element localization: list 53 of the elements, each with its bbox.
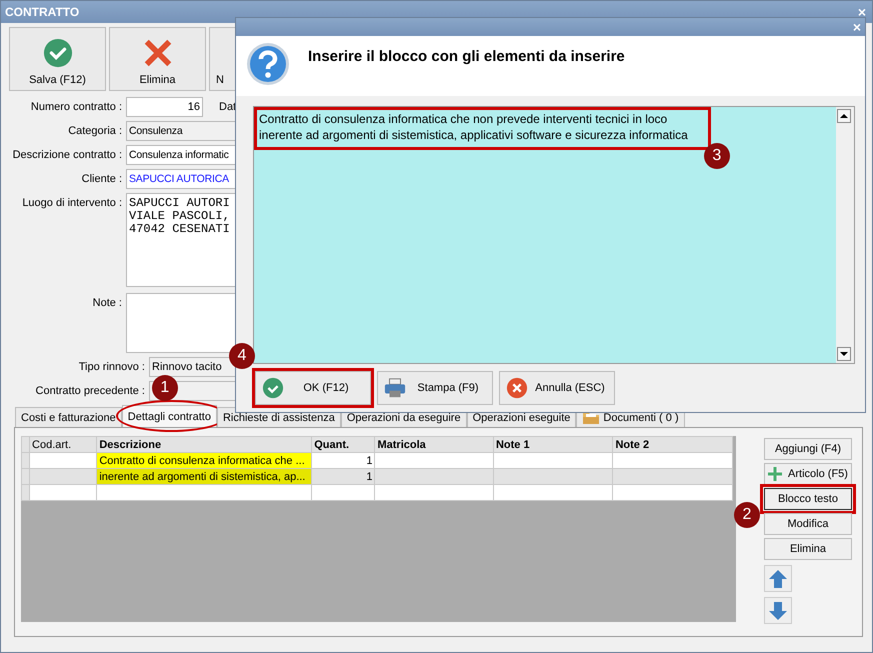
toolbar-button[interactable]: Salva (F12) xyxy=(9,27,106,91)
move-down-button[interactable] xyxy=(764,597,792,624)
side-button[interactable]: Modifica xyxy=(764,513,852,535)
toolbar-button[interactable]: Elimina xyxy=(109,27,206,91)
column-header: Note 2 xyxy=(612,436,732,452)
cross-icon xyxy=(142,38,172,68)
question-icon xyxy=(246,42,290,86)
address-line: 47042 CESENATI xyxy=(129,223,231,236)
table-cell: Contratto di consulenza informatica che ... xyxy=(96,452,312,468)
field-label: Descrizione contratto : xyxy=(12,148,122,161)
text-area[interactable]: Contratto di consulenza informatica che non prevede interventi tecnici in loco inerente ad argomenti di sistemistica, applicativi software e sicurezza informatica 3 xyxy=(253,106,855,364)
address-line: SAPUCCI AUTORI xyxy=(129,197,231,210)
field-label: Contratto precedente : xyxy=(34,384,145,397)
check-icon xyxy=(262,377,284,399)
dialog-button[interactable]: OK (F12) xyxy=(255,371,371,405)
side-button[interactable]: Elimina xyxy=(764,538,852,560)
plus-icon xyxy=(768,467,782,481)
column-header: Matricola xyxy=(374,436,494,452)
tab[interactable]: Dettagli contratto xyxy=(122,405,217,427)
side-button[interactable]: Articolo (F5) xyxy=(764,463,852,485)
step-badge: 2 xyxy=(734,502,760,528)
table-cell: 1 xyxy=(312,468,375,484)
field-label: Note : xyxy=(92,296,122,309)
column-header: Cod.art. xyxy=(30,436,97,452)
cancel-icon xyxy=(506,377,528,399)
scrollbar[interactable] xyxy=(836,107,854,363)
column-header: Quant. xyxy=(312,436,375,452)
address-line: VIALE PASCOLI, xyxy=(129,210,231,223)
dialog-button[interactable]: Stampa (F9) xyxy=(377,371,493,405)
column-header: Descrizione xyxy=(96,436,312,452)
field-label: Numero contratto : xyxy=(30,100,122,113)
printer-icon xyxy=(384,377,406,399)
down-arrow-icon xyxy=(768,601,788,621)
scroll-down-icon[interactable] xyxy=(837,347,851,361)
dialog-button[interactable]: Annulla (ESC) xyxy=(499,371,615,405)
move-up-button[interactable] xyxy=(764,565,792,592)
field-label: Tipo rinnovo : xyxy=(78,360,145,373)
number-field[interactable]: 16 xyxy=(126,97,203,117)
window-title: CONTRATTO xyxy=(5,5,80,19)
folder-icon xyxy=(582,410,600,424)
dialog-heading: Inserire il blocco con gli elementi da inserire xyxy=(308,48,625,65)
tab[interactable]: Costi e fatturazione xyxy=(15,407,122,427)
scroll-up-icon[interactable] xyxy=(837,109,851,123)
field-label: Categoria : xyxy=(67,124,122,137)
up-arrow-icon xyxy=(768,569,788,589)
side-button[interactable]: Aggiungi (F4) xyxy=(764,438,852,460)
field-label: Cliente : xyxy=(80,172,122,185)
field-label: Dat xyxy=(219,100,236,113)
check-icon xyxy=(42,38,72,68)
column-header: Note 1 xyxy=(493,436,613,452)
field-label: Luogo di intervento : xyxy=(21,196,122,209)
step-badge: 3 xyxy=(704,143,730,169)
table-cell: inerente ad argomenti di sistemistica, ap... xyxy=(96,468,312,484)
